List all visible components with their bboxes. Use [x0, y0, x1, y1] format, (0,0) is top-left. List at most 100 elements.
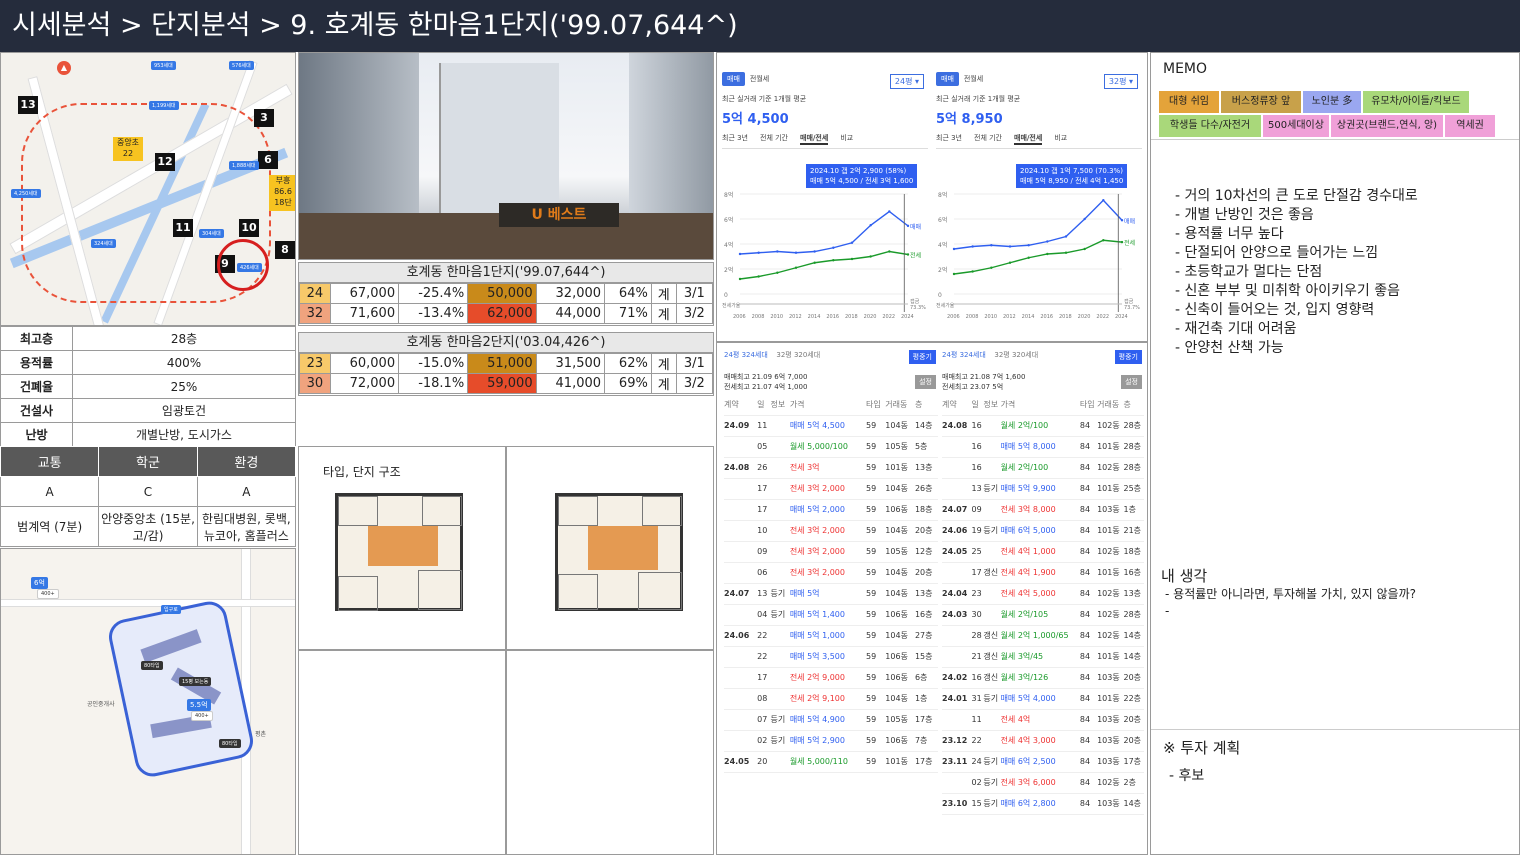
average-button[interactable]: 평중기	[1114, 350, 1142, 364]
deal-row[interactable]: 24.07 13 등기 매매 5억 59 104동 13층	[724, 583, 938, 605]
average-button[interactable]: 평중기	[908, 350, 936, 364]
deal-row[interactable]: 13 등기 매매 5억 9,900 84 101동 25층	[942, 478, 1144, 500]
memo-tag[interactable]: 대형 쉬임	[1159, 91, 1219, 113]
deal-row[interactable]: 16 월세 2억/100 84 102동 28층	[942, 457, 1144, 479]
site-map[interactable]: 입구로 6억 400+ 80타입 15평 보는동 5.5억 400+ 80타입 …	[0, 548, 296, 855]
tab-3y[interactable]: 최근 3년	[936, 133, 962, 145]
deal-row[interactable]: 16 매매 5억 8,000 84 101동 28층	[942, 436, 1144, 458]
deal-row[interactable]: 17 매매 5억 2,000 59 106동 18층	[724, 499, 938, 521]
column-header[interactable]: 계약	[942, 394, 972, 416]
map-number[interactable]: 12	[155, 153, 175, 171]
column-header[interactable]: 가격	[789, 394, 866, 416]
map-number[interactable]: 13	[18, 96, 38, 114]
deal-row[interactable]: 24.08 26 전세 3억 59 101동 13층	[724, 457, 938, 479]
map-number[interactable]: 6	[258, 151, 278, 169]
tab-all[interactable]: 전체 기간	[974, 133, 1002, 145]
deal-row[interactable]: 24.04 23 전세 4억 5,000 84 102동 13층	[942, 583, 1144, 605]
deal-row[interactable]: 17 갱신 전세 4억 1,900 84 101동 16층	[942, 562, 1144, 584]
column-header[interactable]: 층	[1123, 394, 1144, 416]
column-header[interactable]: 정보	[983, 394, 1001, 416]
deal-row[interactable]: 17 전세 3억 2,000 59 104동 26층	[724, 478, 938, 500]
column-header[interactable]: 타입	[1079, 394, 1098, 416]
deal-row[interactable]: 24.08 16 월세 2억/100 84 102동 28층	[942, 415, 1144, 437]
bus-icon[interactable]: ▲	[57, 61, 71, 75]
deal-row[interactable]: 28 갱신 월세 2억 1,000/65 84 102동 14층	[942, 625, 1144, 647]
deal-row[interactable]: 24.07 09 전세 3억 8,000 84 103동 1층	[942, 499, 1144, 521]
column-header[interactable]: 층	[914, 394, 938, 416]
memo-tag[interactable]: 상권곳(브랜드,연식, 앙)	[1331, 115, 1443, 137]
sale-cell: 62,000	[467, 303, 537, 324]
tab-rent[interactable]: 전월세	[959, 72, 988, 86]
pyeong-select[interactable]: 32평 ▾	[1103, 74, 1138, 89]
tab-sale-jeonse[interactable]: 매매/전세	[800, 133, 829, 145]
tab-24[interactable]: 24평 324세대	[724, 351, 768, 359]
deal-row[interactable]: 17 전세 2억 9,000 59 106동 6층	[724, 667, 938, 689]
deal-row[interactable]: 24.05 25 전세 4억 1,000 84 102동 18층	[942, 541, 1144, 563]
tab-sale[interactable]: 매매	[722, 72, 745, 86]
deal-row[interactable]: 24.05 20 월세 5,000/110 59 101동 17층	[724, 751, 938, 773]
memo-tag[interactable]: 학생들 다수/자전거	[1159, 115, 1261, 137]
deal-row[interactable]: 21 갱신 월세 3억/45 84 101동 14층	[942, 646, 1144, 668]
deal-cell	[770, 478, 790, 500]
deal-row[interactable]: 23.10 15 등기 매매 6억 2,800 84 103동 14층	[942, 793, 1144, 815]
column-header[interactable]: 타입	[866, 394, 886, 416]
pyeong-select[interactable]: 24평 ▾	[889, 74, 924, 89]
tab-compare[interactable]: 비교	[1054, 133, 1067, 145]
memo-tag[interactable]: 노인분 多	[1303, 91, 1361, 113]
map-number[interactable]: 8	[275, 241, 295, 259]
tab-32[interactable]: 32평 320세대	[994, 350, 1038, 360]
deal-row[interactable]: 24.01 31 등기 매매 5억 4,000 84 101동 22층	[942, 688, 1144, 710]
deal-row[interactable]: 10 전세 3억 2,000 59 104동 20층	[724, 520, 938, 542]
deal-row[interactable]: 24.02 16 갱신 월세 3억/126 84 103동 20층	[942, 667, 1144, 689]
tab-24[interactable]: 24평 324세대	[942, 351, 986, 359]
deal-row[interactable]: 06 전세 3억 2,000 59 104동 20층	[724, 562, 938, 584]
data-point	[1027, 244, 1030, 247]
deal-cell: 26	[757, 457, 771, 479]
tab-32[interactable]: 32평 320세대	[776, 350, 820, 360]
settings-button[interactable]: 설정	[915, 375, 936, 389]
deal-row[interactable]: 02 등기 매매 5억 2,900 59 106동 7층	[724, 730, 938, 752]
memo-tag[interactable]: 버스정류장 앞	[1221, 91, 1301, 113]
deal-row[interactable]: 24.06 22 매매 5억 1,000 59 104동 27층	[724, 625, 938, 647]
deal-row[interactable]: 22 매매 5억 3,500 59 106동 15층	[724, 646, 938, 668]
deal-row[interactable]: 23.11 24 등기 매매 6억 2,500 84 103동 17층	[942, 751, 1144, 773]
settings-button[interactable]: 설정	[1121, 375, 1142, 389]
memo-tag[interactable]: 유모차/아이들/킥보드	[1363, 91, 1469, 113]
location-map[interactable]: 13 12 3 6 11 10 9 8 953세대 576세대 1,199세대 …	[0, 52, 296, 326]
deal-row[interactable]: 23.12 22 전세 4억 3,000 84 103동 20층	[942, 730, 1144, 752]
tab-3y[interactable]: 최근 3년	[722, 133, 748, 145]
deal-row[interactable]: 07 등기 매매 5억 4,900 59 105동 17층	[724, 709, 938, 731]
column-header[interactable]: 일	[757, 394, 771, 416]
column-header[interactable]: 거래동	[885, 394, 915, 416]
tab-rent[interactable]: 전월세	[745, 72, 774, 86]
tab-sale[interactable]: 매매	[936, 72, 959, 86]
deal-row[interactable]: 24.09 11 매매 5억 4,500 59 104동 14층	[724, 415, 938, 437]
column-header[interactable]: 가격	[1000, 394, 1080, 416]
deal-row[interactable]: 04 등기 매매 5억 1,400 59 106동 16층	[724, 604, 938, 626]
grade-value: A	[196, 476, 297, 507]
line-chart[interactable]: 8억 6억 4억 2억 0 2006 2008 2010 2012 2014 2016 2018 202…	[722, 190, 928, 322]
map-number[interactable]: 10	[239, 219, 259, 237]
school-marker[interactable]: 중앙초 22	[113, 137, 143, 161]
deal-row[interactable]: 24.06 19 등기 매매 6억 5,000 84 101동 21층	[942, 520, 1144, 542]
memo-tag[interactable]: 역세권	[1445, 115, 1495, 137]
deal-row[interactable]: 11 전세 4억 84 103동 20층	[942, 709, 1144, 731]
deal-row[interactable]: 24.03 30 월세 2억/105 84 102동 28층	[942, 604, 1144, 626]
tab-all[interactable]: 전체 기간	[760, 133, 788, 145]
deal-row[interactable]: 08 전세 2억 9,100 59 104동 1층	[724, 688, 938, 710]
column-header[interactable]: 정보	[770, 394, 790, 416]
memo-tag[interactable]: 500세대이상	[1263, 115, 1329, 137]
column-header[interactable]: 거래동	[1097, 394, 1124, 416]
deal-row[interactable]: 09 전세 3억 2,000 59 105동 12층	[724, 541, 938, 563]
deal-row[interactable]: 02 등기 전세 3억 6,000 84 102동 2층	[942, 772, 1144, 794]
column-header[interactable]: 일	[971, 394, 984, 416]
map-number[interactable]: 11	[173, 219, 193, 237]
tab-sale-jeonse[interactable]: 매매/전세	[1014, 133, 1043, 145]
complex-boundary	[105, 598, 257, 780]
data-point	[1046, 240, 1049, 243]
column-header[interactable]: 계약	[724, 394, 758, 416]
map-number[interactable]: 3	[254, 109, 274, 127]
deal-row[interactable]: 05 월세 5,000/100 59 105동 5층	[724, 436, 938, 458]
line-chart[interactable]: 8억 6억 4억 2억 0 2006 2008 2010 2012 2014 2016 2018 202…	[936, 190, 1142, 322]
tab-compare[interactable]: 비교	[840, 133, 853, 145]
